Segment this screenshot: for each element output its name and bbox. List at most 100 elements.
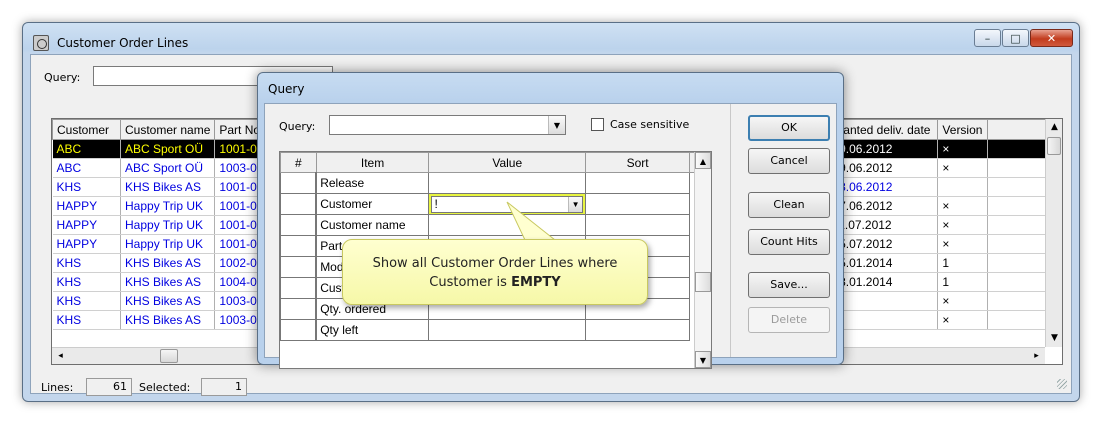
chevron-down-icon[interactable]: ▼	[548, 116, 565, 134]
dialog-query-combobox[interactable]: ▼	[329, 115, 566, 135]
column-header-sort: Sort	[585, 152, 691, 173]
column-header-customer-name[interactable]: Customer name	[119, 119, 216, 140]
window-controls: – □ ✕	[974, 29, 1073, 47]
cell-sort[interactable]	[585, 172, 691, 194]
cell-wanted-deliv-date: 25.07.2012	[827, 234, 939, 254]
minimize-button[interactable]: –	[974, 29, 1001, 47]
cell-sort[interactable]	[585, 319, 691, 341]
column-header-value: Value	[428, 152, 587, 173]
cell-customer: KHS	[52, 272, 121, 292]
column-header-version[interactable]: Version	[937, 119, 989, 140]
column-header-number: #	[280, 152, 317, 173]
callout-emphasis: EMPTY	[511, 275, 561, 290]
annotation-callout: Show all Customer Order Lines where Cust…	[342, 239, 648, 305]
scroll-down-icon[interactable]: ▼	[695, 351, 711, 368]
cell-customer: KHS	[52, 310, 121, 330]
scroll-up-icon[interactable]: ▲	[1046, 119, 1062, 136]
cell-wanted-deliv-date: 29.06.2012	[827, 158, 939, 178]
cell-wanted-deliv-date: 11.07.2012	[827, 215, 939, 235]
cell-value[interactable]	[428, 214, 587, 236]
resize-grip-icon[interactable]	[1057, 379, 1067, 389]
lines-count: 61	[86, 378, 132, 396]
cell-number	[280, 298, 317, 320]
vertical-scroll-thumb[interactable]	[1047, 137, 1061, 155]
lines-label: Lines:	[41, 381, 74, 394]
cell-item: Customer name	[315, 214, 430, 236]
dialog-query-label: Query:	[279, 120, 316, 133]
chevron-down-icon[interactable]: ▼	[568, 196, 583, 212]
cell-version: ×	[937, 139, 989, 159]
save-button[interactable]: Save...	[748, 272, 830, 298]
cell-value[interactable]	[428, 172, 587, 194]
cell-wanted-deliv-date: 13.06.2012	[827, 177, 939, 197]
cell-customer: HAPPY	[52, 196, 121, 216]
cell-wanted-deliv-date	[827, 291, 939, 311]
cell-item: Qty left	[315, 319, 430, 341]
cell-wanted-deliv-date: 29.06.2012	[827, 139, 939, 159]
dialog-title: Query	[268, 82, 305, 96]
criteria-header-row: # Item Value Sort	[280, 152, 711, 173]
cell-customer: HAPPY	[52, 215, 121, 235]
cell-wanted-deliv-date: 15.01.2014	[827, 253, 939, 273]
horizontal-scroll-thumb[interactable]	[160, 349, 178, 363]
criteria-row[interactable]: Customer! ▼	[280, 193, 711, 215]
grid-vertical-scrollbar[interactable]: ▲ ▼	[1045, 119, 1062, 347]
criteria-row[interactable]: Customer name	[280, 214, 711, 236]
criteria-row[interactable]: Qty left	[280, 319, 711, 341]
selected-label: Selected:	[139, 381, 191, 394]
callout-line-2: Customer is EMPTY	[343, 273, 647, 292]
cell-version: 1	[937, 253, 989, 273]
cell-customer: KHS	[52, 177, 121, 197]
cell-customer-name: ABC Sport OÜ	[120, 139, 216, 159]
cell-wanted-deliv-date: 27.06.2012	[827, 196, 939, 216]
title-bar[interactable]: Customer Order Lines – □ ✕	[23, 23, 1079, 57]
dialog-client-area: Query: ▼ Case sensitive # Item Value Sor…	[264, 103, 837, 369]
query-dialog: Query Query: ▼ Case sensitive # Item Val…	[257, 72, 844, 369]
scroll-left-icon[interactable]: ◂	[52, 348, 69, 364]
delete-button: Delete	[748, 307, 830, 333]
ok-button[interactable]: OK	[748, 115, 830, 141]
criteria-row[interactable]: Release	[280, 172, 711, 194]
customer-value-combobox[interactable]: ! ▼	[431, 195, 584, 213]
cell-wanted-deliv-date	[827, 310, 939, 330]
column-header-customer[interactable]: Customer	[52, 119, 121, 140]
maximize-button[interactable]: □	[1002, 29, 1029, 47]
column-header-wanted-deliv-date[interactable]: Wanted deliv. date	[827, 119, 939, 140]
scroll-right-icon[interactable]: ▸	[1028, 348, 1045, 364]
criteria-scroll-thumb[interactable]	[695, 272, 711, 292]
case-sensitive-checkbox[interactable]	[591, 118, 604, 131]
cell-sort[interactable]	[585, 214, 691, 236]
cell-sort[interactable]	[585, 193, 691, 215]
cell-number	[280, 277, 317, 299]
cell-customer-name: KHS Bikes AS	[120, 272, 216, 292]
cell-version: ×	[937, 215, 989, 235]
cell-number	[280, 319, 317, 341]
scroll-down-icon[interactable]: ▼	[1046, 330, 1062, 347]
count-hits-button[interactable]: Count Hits	[748, 229, 830, 255]
cell-customer: HAPPY	[52, 234, 121, 254]
window-title: Customer Order Lines	[57, 36, 189, 50]
cell-customer-name: KHS Bikes AS	[120, 253, 216, 273]
cell-customer-name: KHS Bikes AS	[120, 291, 216, 311]
clean-button[interactable]: Clean	[748, 192, 830, 218]
cell-customer-name: Happy Trip UK	[120, 196, 216, 216]
case-sensitive-label: Case sensitive	[610, 118, 690, 131]
cell-customer-name: KHS Bikes AS	[120, 310, 216, 330]
cell-number	[280, 235, 317, 257]
cancel-button[interactable]: Cancel	[748, 148, 830, 174]
cell-number	[280, 172, 317, 194]
cell-value[interactable]	[428, 319, 587, 341]
cell-version: ×	[937, 291, 989, 311]
cell-customer-name: ABC Sport OÜ	[120, 158, 216, 178]
minimize-icon: –	[984, 31, 991, 45]
cell-version: ×	[937, 234, 989, 254]
button-separator	[730, 104, 731, 357]
cell-wanted-deliv-date: 13.01.2014	[827, 272, 939, 292]
cell-customer-name: Happy Trip UK	[120, 234, 216, 254]
cell-value[interactable]: ! ▼	[428, 193, 587, 215]
scroll-up-icon[interactable]: ▲	[695, 152, 711, 169]
close-button[interactable]: ✕	[1030, 29, 1073, 47]
cell-number	[280, 193, 317, 215]
criteria-vertical-scrollbar[interactable]: ▲ ▼	[694, 152, 711, 368]
callout-line-1: Show all Customer Order Lines where	[372, 256, 618, 271]
